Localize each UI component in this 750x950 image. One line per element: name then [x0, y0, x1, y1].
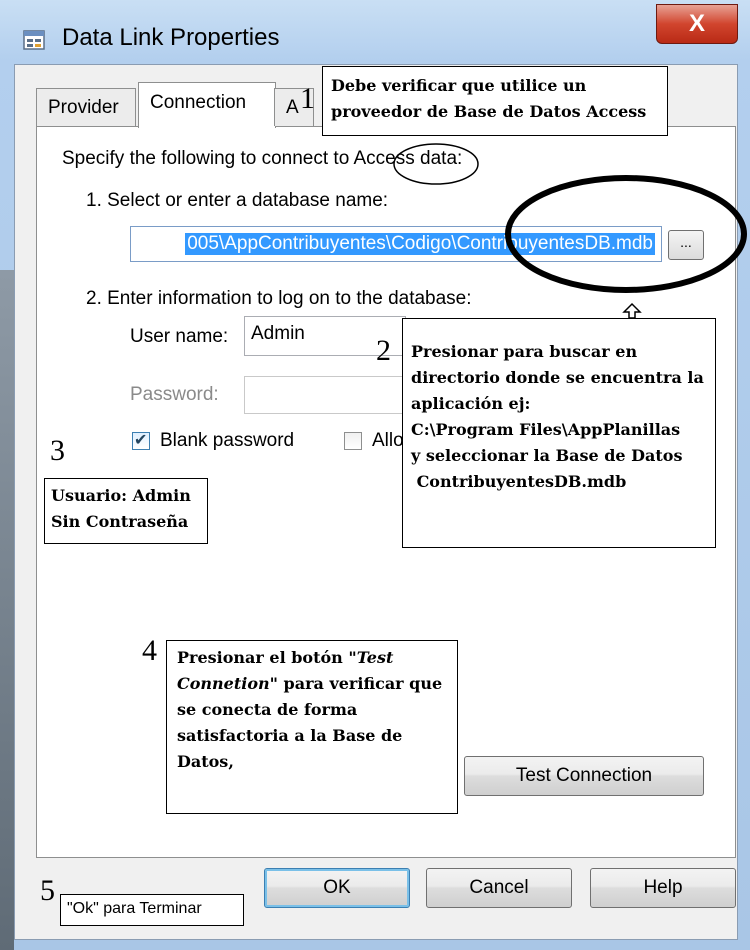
note-line: proveedor de Base de Datos Access [331, 102, 647, 121]
password-label: Password: [130, 384, 219, 405]
window-title: Data Link Properties [62, 24, 280, 51]
step-number-2: 2 [376, 334, 391, 367]
annotation-note-1: Debe verificar que utilice un proveedor … [322, 66, 668, 136]
step-number-3: 3 [50, 434, 65, 467]
annotation-note-5: "Ok" para Terminar [60, 894, 244, 926]
blank-password-checkbox[interactable] [132, 430, 150, 450]
password-field[interactable] [244, 376, 406, 414]
tab-provider[interactable]: Provider [36, 88, 136, 126]
close-button[interactable]: X [656, 4, 738, 44]
annotation-note-4: Presionar el botón "Test Connetion" para… [166, 640, 458, 814]
note-line: Sin Contraseña [51, 512, 189, 531]
user-name-label: User name: [130, 326, 229, 347]
note-line: directorio donde se encuentra la [411, 368, 704, 387]
step-number-1: 1 [300, 82, 315, 115]
step-number-4: 4 [142, 634, 157, 667]
data-link-app-icon [23, 30, 45, 50]
annotation-note-3: Usuario: Admin Sin Contraseña [44, 478, 208, 544]
annotation-note-2: Presionar para buscar en directorio dond… [402, 318, 716, 548]
ok-button[interactable]: OK [264, 868, 410, 908]
test-connection-button[interactable]: Test Connection [464, 756, 704, 796]
note-text: Presionar el botón " [177, 648, 357, 667]
step-number-5: 5 [40, 874, 55, 907]
note-line: Usuario: Admin [51, 486, 191, 505]
tab-connection[interactable]: Connection [138, 82, 276, 128]
browse-highlight-ellipse [505, 175, 747, 293]
note-line: aplicación ej: [411, 394, 531, 413]
note-line: Presionar para buscar en [411, 342, 638, 361]
note-line: y seleccionar la Base de Datos [411, 446, 683, 465]
allow-saving-password-label: Allo [372, 430, 404, 451]
access-highlight-ellipse [393, 143, 479, 185]
cancel-button[interactable]: Cancel [426, 868, 572, 908]
note-line: ContribuyentesDB.mdb [411, 472, 627, 491]
note-line: C:\Program Files\AppPlanillas [411, 420, 681, 439]
blank-password-label: Blank password [160, 430, 295, 451]
logon-info-label: 2. Enter information to log on to the da… [86, 288, 472, 309]
help-button[interactable]: Help [590, 868, 736, 908]
background-window-edge [0, 270, 14, 950]
allow-saving-password-checkbox[interactable] [344, 432, 362, 450]
note-line: Debe verificar que utilice un [331, 76, 587, 95]
database-name-label: 1. Select or enter a database name: [86, 190, 389, 211]
